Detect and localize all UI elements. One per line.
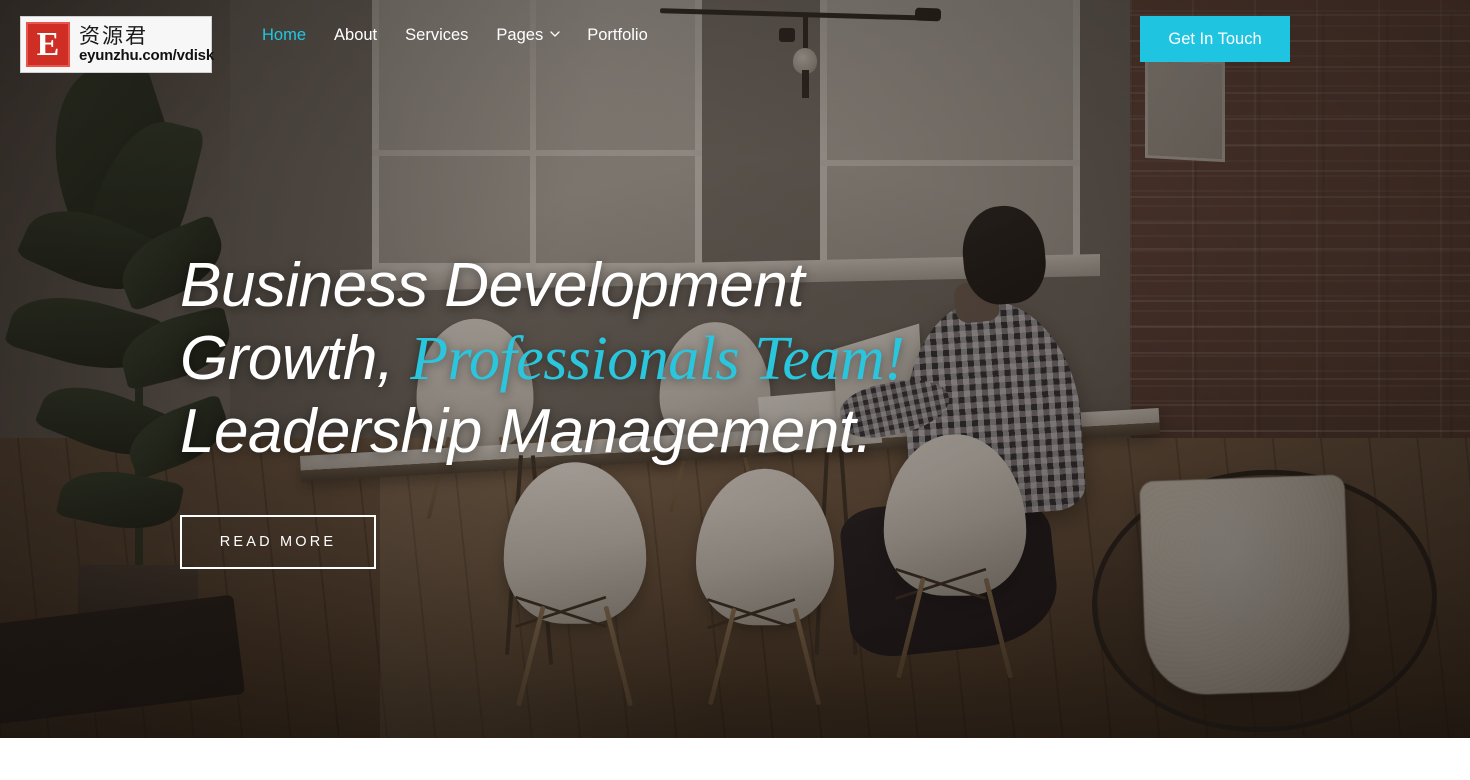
logo-mark-icon: E xyxy=(26,22,70,67)
nav-label: About xyxy=(334,26,378,44)
get-in-touch-button[interactable]: Get In Touch xyxy=(1140,16,1290,62)
nav-item-services[interactable]: Services xyxy=(405,26,496,45)
nav-label: Portfolio xyxy=(587,26,648,44)
nav-label: Pages xyxy=(496,26,544,44)
site-header: E 资源君 eyunzhu.com/vdisk Home About Servi… xyxy=(0,0,1470,78)
nav-item-pages[interactable]: Pages xyxy=(496,26,587,45)
nav-item-home[interactable]: Home xyxy=(262,26,334,45)
nav-label: Services xyxy=(405,26,469,44)
hero-headline-line-2-plain: Growth, xyxy=(180,323,411,393)
logo-text-block: 资源君 eyunzhu.com/vdisk xyxy=(79,25,214,65)
site-logo[interactable]: E 资源君 eyunzhu.com/vdisk xyxy=(20,16,214,73)
logo-chinese-text: 资源君 xyxy=(79,23,148,48)
logo-url-text: eyunzhu.com/vdisk xyxy=(79,46,214,64)
hero-headline-line-3: Leadership Management. xyxy=(180,396,873,466)
nav-label: Home xyxy=(262,26,307,44)
nav-item-portfolio[interactable]: Portfolio xyxy=(587,26,676,45)
page-body-below-hero xyxy=(0,738,1470,780)
hero-content: Business Development Growth, Professiona… xyxy=(180,250,905,569)
hero-section: E 资源君 eyunzhu.com/vdisk Home About Servi… xyxy=(0,0,1470,738)
chevron-down-icon xyxy=(550,29,560,38)
hero-headline-line-2: Growth, Professionals Team! xyxy=(180,323,905,396)
read-more-button[interactable]: READ MORE xyxy=(180,514,376,569)
hero-headline: Business Development Growth, Professiona… xyxy=(180,250,905,469)
nav-item-about[interactable]: About xyxy=(334,26,405,45)
hero-headline-accent: Professionals Team! xyxy=(410,324,905,393)
hero-headline-line-1: Business Development xyxy=(180,251,805,320)
main-navigation: Home About Services Pages Portfolio xyxy=(262,26,676,45)
logo-mark-letter: E xyxy=(36,25,60,63)
